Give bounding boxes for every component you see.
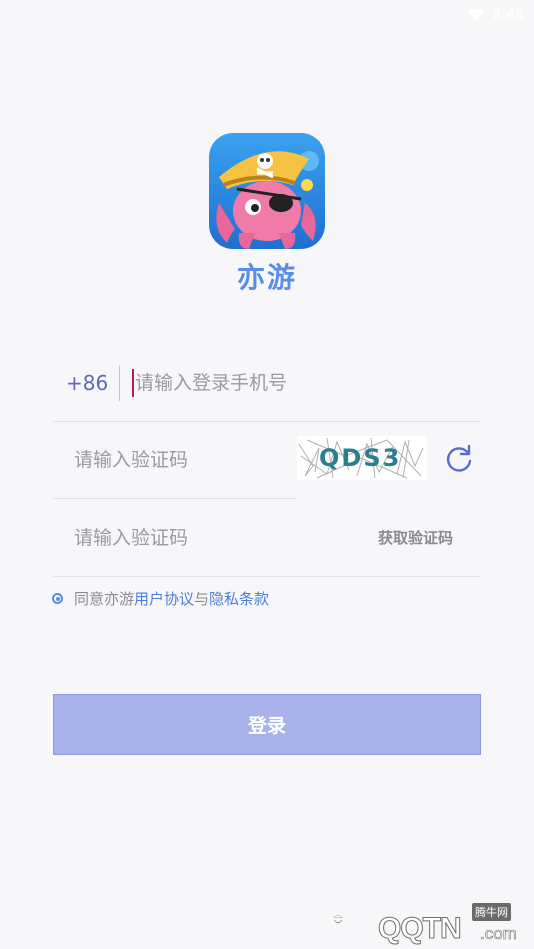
sms-code-input[interactable] (53, 526, 343, 549)
captcha-image[interactable]: QDS3 (297, 436, 427, 480)
country-code[interactable]: +86 (53, 371, 119, 395)
watermark-site: 腾牛网 (472, 903, 511, 921)
captcha-input[interactable] (53, 448, 273, 471)
captcha-row (53, 421, 297, 499)
agreement-row: 同意亦游 用户协议 与 隐私条款 (52, 588, 269, 609)
sms-row: 获取验证码 (53, 499, 481, 577)
agree-and: 与 (194, 590, 210, 608)
watermark-logo-icon (333, 915, 343, 923)
refresh-icon[interactable] (444, 443, 474, 473)
wifi-icon (467, 8, 485, 21)
agree-prefix: 同意亦游 (74, 590, 135, 608)
agree-radio[interactable] (52, 593, 63, 604)
status-bar: 8:48 (0, 0, 534, 30)
app-logo (209, 133, 325, 249)
captcha-text: QDS3 (319, 444, 401, 472)
phone-input[interactable] (135, 371, 465, 394)
watermark-brand: QQTN (378, 912, 463, 946)
watermark-suffix: .com (480, 924, 517, 944)
login-button[interactable]: 登录 (53, 694, 481, 755)
text-cursor (132, 368, 134, 397)
divider (119, 364, 120, 401)
phone-row: +86 (53, 344, 481, 422)
get-code-button[interactable]: 获取验证码 (378, 527, 453, 548)
user-agreement-link[interactable]: 用户协议 (134, 588, 194, 609)
status-time: 8:48 (492, 7, 524, 23)
privacy-link[interactable]: 隐私条款 (209, 588, 269, 609)
app-name: 亦游 (236, 261, 297, 294)
